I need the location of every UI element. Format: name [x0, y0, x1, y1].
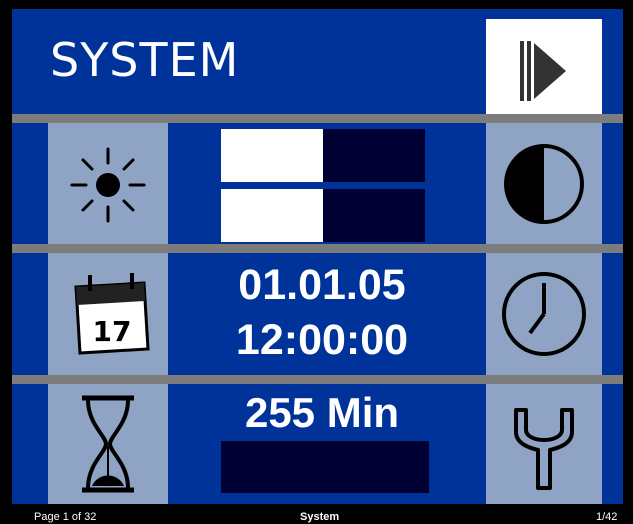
sun-icon: [70, 147, 146, 223]
separator: [12, 375, 623, 384]
clock-button[interactable]: [486, 253, 602, 375]
date-button[interactable]: 17: [48, 253, 168, 375]
play-next-icon: [520, 41, 566, 101]
footer-index: 1/42: [596, 511, 618, 523]
footer-page: Page 1 of 32: [34, 511, 97, 523]
calendar-icon: 17: [74, 273, 150, 355]
wrench-icon: [514, 408, 574, 490]
clock-icon: [502, 272, 586, 356]
separator: [12, 114, 623, 123]
contrast-slider[interactable]: [221, 189, 425, 242]
time-value[interactable]: 12:00:00: [172, 316, 472, 365]
separator: [12, 244, 623, 253]
timer-bar[interactable]: [221, 441, 429, 493]
footer-name: System: [300, 511, 340, 523]
timer-button[interactable]: [48, 384, 168, 504]
half-circle-contrast-icon: [504, 144, 584, 224]
contrast-button[interactable]: [486, 123, 602, 244]
brightness-button[interactable]: [48, 123, 168, 244]
next-page-button[interactable]: [486, 19, 602, 119]
calendar-day-text: 17: [93, 315, 132, 348]
brightness-slider[interactable]: [221, 129, 425, 182]
date-value[interactable]: 01.01.05: [172, 261, 472, 310]
hourglass-icon: [82, 395, 134, 493]
settings-button[interactable]: [486, 384, 602, 504]
brightness-slider-fill: [221, 129, 323, 182]
contrast-slider-fill: [221, 189, 323, 242]
timer-value[interactable]: 255 Min: [172, 389, 472, 437]
system-screen: SYSTEM 17 01.01.05 12:00:00 255 Min: [12, 9, 623, 504]
page-title: SYSTEM: [50, 33, 240, 87]
